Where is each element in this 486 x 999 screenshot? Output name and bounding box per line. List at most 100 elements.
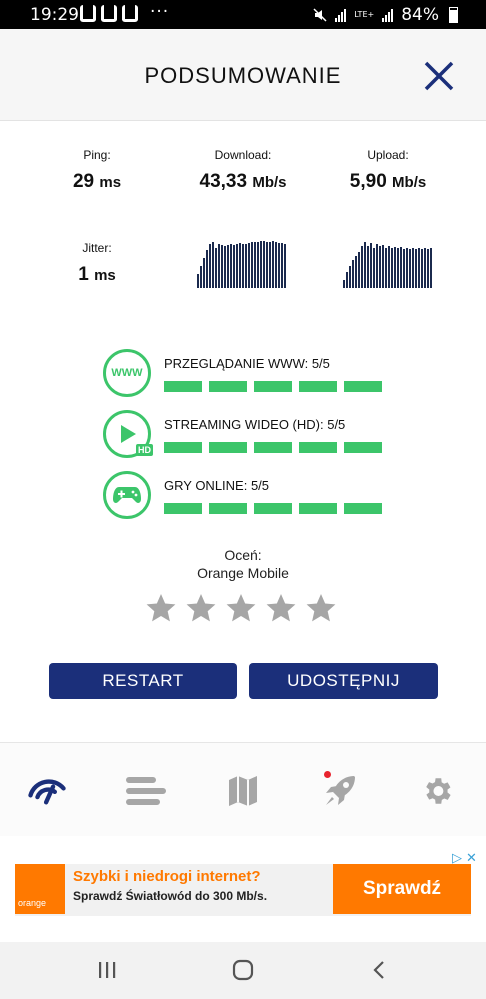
close-icon[interactable]	[422, 59, 456, 93]
web-browsing-label: PRZEGLĄDANIE WWW: 5/5	[164, 356, 330, 371]
ad-banner[interactable]: ▷ ✕ orange Szybki i niedrogi internet? S…	[0, 836, 486, 942]
upload-speed-graph	[343, 238, 432, 288]
graph-bar	[397, 248, 399, 288]
graph-bar	[379, 246, 381, 288]
score-bar	[209, 442, 247, 453]
graph-bar	[376, 244, 378, 288]
graph-bar	[263, 241, 265, 288]
graph-bar	[349, 266, 351, 288]
graph-bar	[418, 248, 420, 288]
home-button[interactable]	[228, 957, 258, 983]
star-icon-5[interactable]	[305, 592, 337, 624]
score-bar	[254, 503, 292, 514]
back-button[interactable]	[364, 957, 394, 983]
rating-stars	[145, 592, 337, 624]
graph-bar	[388, 246, 390, 288]
star-icon-3[interactable]	[225, 592, 257, 624]
graph-bar	[281, 243, 283, 288]
gear-icon	[426, 778, 451, 804]
graph-bar	[272, 241, 274, 288]
graph-bar	[239, 243, 241, 288]
page-title: PODSUMOWANIE	[144, 63, 342, 88]
notification-icon	[101, 5, 117, 22]
ad-body: Sprawdź Światłowód do 300 Mb/s.	[73, 889, 268, 903]
graph-bar	[343, 280, 345, 288]
graph-bar	[415, 249, 417, 288]
upload-label: Upload:	[367, 148, 409, 162]
nav-boost[interactable]	[320, 771, 360, 811]
nav-settings[interactable]	[417, 771, 457, 811]
graph-bar	[412, 248, 414, 288]
jitter-number: 1	[78, 264, 89, 285]
mute-icon	[313, 8, 327, 22]
share-button[interactable]: UDOSTĘPNIJ	[249, 663, 438, 699]
wifi-signal-icon	[335, 8, 347, 22]
graph-bar	[421, 249, 423, 288]
hd-badge: HD	[136, 444, 153, 456]
score-bar	[299, 381, 337, 392]
online-games-label: GRY ONLINE: 5/5	[164, 478, 270, 493]
map-icon	[229, 776, 257, 806]
ping-value: 29 ms	[47, 171, 147, 193]
graph-bar	[203, 258, 205, 288]
graph-bar	[352, 260, 354, 288]
star-icon-1[interactable]	[145, 592, 177, 624]
online-games-score-bars	[164, 503, 382, 514]
graph-bar	[212, 242, 214, 288]
graph-bar	[391, 248, 393, 288]
restart-button[interactable]: RESTART	[49, 663, 237, 699]
graph-bar	[209, 244, 211, 288]
recent-apps-button[interactable]	[92, 957, 122, 983]
graph-bar	[230, 244, 232, 288]
graph-bar	[275, 242, 277, 288]
graph-bar	[427, 249, 429, 288]
notification-icon	[80, 5, 96, 22]
graph-bar	[200, 266, 202, 288]
graph-bar	[251, 242, 253, 288]
graph-bar	[370, 243, 372, 288]
graph-bar	[346, 272, 348, 288]
graph-bar	[221, 245, 223, 288]
download-label: Download:	[214, 148, 272, 162]
graph-bar	[260, 241, 262, 288]
ping-label: Ping:	[83, 148, 111, 162]
notification-icons	[80, 5, 138, 22]
nav-speedtest[interactable]	[27, 771, 67, 811]
nav-map[interactable]	[223, 771, 263, 811]
graph-bar	[242, 244, 244, 288]
download-number: 43,33	[199, 171, 248, 192]
rate-label: Oceń:	[224, 547, 262, 563]
graph-bar	[227, 245, 229, 288]
score-bar	[299, 503, 337, 514]
status-bar: 19:29 ··· LTE+ 84%	[0, 0, 486, 29]
battery-icon	[449, 7, 458, 23]
score-bar	[344, 503, 382, 514]
www-icon-text: WWW	[111, 367, 143, 379]
score-bar	[209, 381, 247, 392]
graph-bar	[430, 248, 432, 288]
jitter-unit: ms	[94, 267, 116, 284]
upload-number: 5,90	[349, 171, 387, 192]
star-icon-2[interactable]	[185, 592, 217, 624]
download-speed-graph	[197, 238, 286, 288]
score-bar	[344, 442, 382, 453]
recent-apps-icon	[99, 962, 116, 978]
ping-number: 29	[72, 171, 95, 192]
play-icon	[121, 425, 136, 443]
graph-bar	[266, 242, 268, 288]
graph-bar	[361, 246, 363, 288]
download-unit: Mb/s	[252, 174, 287, 191]
ad-content[interactable]: orange Szybki i niedrogi internet? Spraw…	[15, 864, 471, 916]
nav-history[interactable]	[126, 771, 166, 811]
upload-unit: Mb/s	[392, 174, 427, 191]
graph-bar	[400, 247, 402, 288]
ad-headline: Szybki i niedrogi internet?	[73, 868, 261, 885]
graph-bar	[254, 242, 256, 288]
notification-icon	[122, 5, 138, 22]
graph-bar	[358, 252, 360, 288]
score-bar	[164, 503, 202, 514]
graph-bar	[206, 250, 208, 288]
ad-cta-button[interactable]: Sprawdź	[333, 864, 471, 914]
star-icon-4[interactable]	[265, 592, 297, 624]
gamepad-icon	[113, 487, 141, 503]
